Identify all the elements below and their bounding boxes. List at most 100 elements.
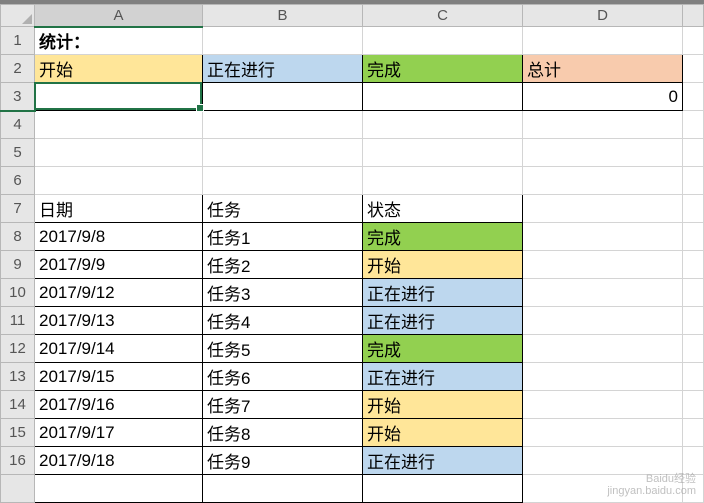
cell-B16[interactable]: 任务9 — [203, 447, 363, 475]
cell-B17[interactable] — [203, 475, 363, 503]
cell-C9[interactable]: 开始 — [363, 251, 523, 279]
cell-B11[interactable]: 任务4 — [203, 307, 363, 335]
cell-A16[interactable]: 2017/9/18 — [35, 447, 203, 475]
cell-A11[interactable]: 2017/9/13 — [35, 307, 203, 335]
col-header-ext[interactable] — [683, 5, 704, 27]
cell-B4[interactable] — [203, 111, 363, 139]
cell-B12[interactable]: 任务5 — [203, 335, 363, 363]
cell-C4[interactable] — [363, 111, 523, 139]
cell-B6[interactable] — [203, 167, 363, 195]
cell-C12[interactable]: 完成 — [363, 335, 523, 363]
cell-A6[interactable] — [35, 167, 203, 195]
cell-A1[interactable]: 统计： — [35, 27, 203, 55]
cell-D4[interactable] — [523, 111, 683, 139]
cell-C10[interactable]: 正在进行 — [363, 279, 523, 307]
cell-ext15[interactable] — [683, 419, 704, 447]
col-header-C[interactable]: C — [363, 5, 523, 27]
cell-ext6[interactable] — [683, 167, 704, 195]
cell-A7[interactable]: 日期 — [35, 195, 203, 223]
cell-D5[interactable] — [523, 139, 683, 167]
cell-D16[interactable] — [523, 447, 683, 475]
cell-A5[interactable] — [35, 139, 203, 167]
cell-D15[interactable] — [523, 419, 683, 447]
cell-B14[interactable]: 任务7 — [203, 391, 363, 419]
cell-D9[interactable] — [523, 251, 683, 279]
cell-ext5[interactable] — [683, 139, 704, 167]
cell-ext11[interactable] — [683, 307, 704, 335]
cell-ext10[interactable] — [683, 279, 704, 307]
cell-C14[interactable]: 开始 — [363, 391, 523, 419]
cell-ext16[interactable] — [683, 447, 704, 475]
row-header-15[interactable]: 15 — [1, 419, 35, 447]
cell-ext4[interactable] — [683, 111, 704, 139]
cell-A17[interactable] — [35, 475, 203, 503]
row-header-2[interactable]: 2 — [1, 55, 35, 83]
cell-A8[interactable]: 2017/9/8 — [35, 223, 203, 251]
row-header-1[interactable]: 1 — [1, 27, 35, 55]
cell-C13[interactable]: 正在进行 — [363, 363, 523, 391]
cell-ext12[interactable] — [683, 335, 704, 363]
cell-ext2[interactable] — [683, 55, 704, 83]
cell-C2[interactable]: 完成 — [363, 55, 523, 83]
cell-D10[interactable] — [523, 279, 683, 307]
cell-C15[interactable]: 开始 — [363, 419, 523, 447]
cell-A12[interactable]: 2017/9/14 — [35, 335, 203, 363]
row-header-10[interactable]: 10 — [1, 279, 35, 307]
cell-C6[interactable] — [363, 167, 523, 195]
row-header-3[interactable]: 3 — [1, 83, 35, 111]
cell-D3[interactable]: 0 — [523, 83, 683, 111]
grid[interactable]: A B C D 1 统计： 2 开始 正在进行 完成 总计 — [0, 4, 704, 503]
worksheet[interactable]: A B C D 1 统计： 2 开始 正在进行 完成 总计 — [0, 4, 704, 503]
row-header-11[interactable]: 11 — [1, 307, 35, 335]
cell-D12[interactable] — [523, 335, 683, 363]
row-header-12[interactable]: 12 — [1, 335, 35, 363]
col-header-A[interactable]: A — [35, 5, 203, 27]
cell-B9[interactable]: 任务2 — [203, 251, 363, 279]
cell-D11[interactable] — [523, 307, 683, 335]
cell-C5[interactable] — [363, 139, 523, 167]
cell-A9[interactable]: 2017/9/9 — [35, 251, 203, 279]
row-header-16[interactable]: 16 — [1, 447, 35, 475]
cell-B5[interactable] — [203, 139, 363, 167]
select-all-corner[interactable] — [1, 5, 35, 27]
row-header-13[interactable]: 13 — [1, 363, 35, 391]
cell-C3[interactable] — [363, 83, 523, 111]
col-header-B[interactable]: B — [203, 5, 363, 27]
cell-D14[interactable] — [523, 391, 683, 419]
cell-A10[interactable]: 2017/9/12 — [35, 279, 203, 307]
cell-A2[interactable]: 开始 — [35, 55, 203, 83]
cell-C7[interactable]: 状态 — [363, 195, 523, 223]
cell-C8[interactable]: 完成 — [363, 223, 523, 251]
cell-B7[interactable]: 任务 — [203, 195, 363, 223]
cell-B10[interactable]: 任务3 — [203, 279, 363, 307]
cell-B2[interactable]: 正在进行 — [203, 55, 363, 83]
cell-D13[interactable] — [523, 363, 683, 391]
cell-D8[interactable] — [523, 223, 683, 251]
cell-B1[interactable] — [203, 27, 363, 55]
cell-B15[interactable]: 任务8 — [203, 419, 363, 447]
row-header-5[interactable]: 5 — [1, 139, 35, 167]
row-header-7[interactable]: 7 — [1, 195, 35, 223]
cell-C1[interactable] — [363, 27, 523, 55]
cell-ext9[interactable] — [683, 251, 704, 279]
cell-D7[interactable] — [523, 195, 683, 223]
cell-ext8[interactable] — [683, 223, 704, 251]
row-header-8[interactable]: 8 — [1, 223, 35, 251]
cell-B3[interactable] — [203, 83, 363, 111]
row-header-6[interactable]: 6 — [1, 167, 35, 195]
row-header-14[interactable]: 14 — [1, 391, 35, 419]
cell-A14[interactable]: 2017/9/16 — [35, 391, 203, 419]
cell-ext7[interactable] — [683, 195, 704, 223]
cell-C17[interactable] — [363, 475, 523, 503]
row-header-4[interactable]: 4 — [1, 111, 35, 139]
row-header-9[interactable]: 9 — [1, 251, 35, 279]
cell-D6[interactable] — [523, 167, 683, 195]
cell-D17[interactable] — [523, 475, 683, 503]
cell-ext17[interactable] — [683, 475, 704, 503]
cell-D1[interactable] — [523, 27, 683, 55]
cell-C16[interactable]: 正在进行 — [363, 447, 523, 475]
cell-B8[interactable]: 任务1 — [203, 223, 363, 251]
cell-C11[interactable]: 正在进行 — [363, 307, 523, 335]
cell-A15[interactable]: 2017/9/17 — [35, 419, 203, 447]
cell-A4[interactable] — [35, 111, 203, 139]
